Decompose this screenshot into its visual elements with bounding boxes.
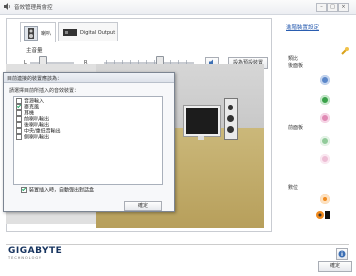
close-button[interactable]: × (338, 3, 349, 12)
digital-label: 數位 (288, 185, 299, 191)
speaker-driver (228, 105, 233, 110)
monitor-image (184, 106, 220, 136)
wrench-icon[interactable] (340, 46, 350, 56)
maximize-button[interactable]: □ (327, 3, 338, 12)
speaker-icon (4, 3, 11, 10)
footer-ok-button[interactable]: 確定 (318, 261, 352, 272)
dialog-title: 目前連接的裝置應該為： (7, 75, 63, 82)
tab-label: Digital Output (80, 30, 116, 36)
speaker-image[interactable] (224, 98, 238, 140)
checkbox[interactable] (21, 187, 27, 193)
back-panel-label: 後面板 (288, 63, 304, 69)
auto-popup-option[interactable]: 裝置插入時，自動彈出對話盒 (21, 187, 94, 194)
jack-green-icon[interactable] (320, 95, 330, 105)
analog-label: 類比 (288, 56, 299, 62)
footer-divider (6, 244, 349, 245)
list-item[interactable]: 側喇叭輸出 (16, 134, 49, 141)
info-button[interactable] (336, 248, 348, 260)
dialog-ok-button[interactable]: 確定 (124, 201, 162, 211)
jack-front-pink-icon[interactable] (320, 154, 330, 164)
dialog-title-bar: 目前連接的裝置應該為： (4, 73, 174, 83)
main-volume-label: 主音量 (26, 48, 43, 54)
digital-output-icon (63, 28, 77, 37)
jack-front-green-icon[interactable] (320, 136, 330, 146)
jack-blue-icon[interactable] (320, 75, 330, 85)
front-panel-label: 前面板 (288, 125, 304, 131)
coaxial-jack-icon[interactable] (320, 194, 330, 204)
title-bar: 音效管理員會控 – □ × (0, 0, 356, 15)
tab-digital-output[interactable]: Digital Output (58, 22, 118, 41)
speaker-driver (227, 115, 234, 122)
speaker-driver (227, 126, 234, 133)
monitor-stand (198, 136, 204, 140)
speaker-device-icon (24, 26, 38, 41)
auto-popup-label: 裝置插入時，自動彈出對話盒 (29, 187, 95, 194)
device-list: 音源輸入 麥克風 耳機 前喇叭輸出 後喇叭輸出 中央/重低音輸出 側喇叭輸出 (13, 96, 163, 185)
info-icon (338, 250, 346, 258)
dialog-prompt: 請選擇目前所插入的音效裝置： (9, 88, 80, 94)
tab-label: 喇叭 (41, 31, 52, 37)
gigabyte-tagline: TECHNOLOGY (8, 256, 43, 260)
jack-pink-icon[interactable] (320, 113, 330, 123)
list-item-label: 側喇叭輸出 (24, 134, 50, 141)
tab-speakers[interactable]: 喇叭 (20, 22, 56, 42)
window-title: 音效管理員會控 (14, 5, 53, 11)
advanced-settings-link[interactable]: 進階裝置設定 (286, 23, 319, 31)
minimize-button[interactable]: – (316, 3, 327, 12)
optical-jack-icon[interactable] (316, 210, 330, 220)
checkbox[interactable] (16, 134, 22, 140)
gigabyte-logo: GIGABYTE (8, 246, 63, 256)
